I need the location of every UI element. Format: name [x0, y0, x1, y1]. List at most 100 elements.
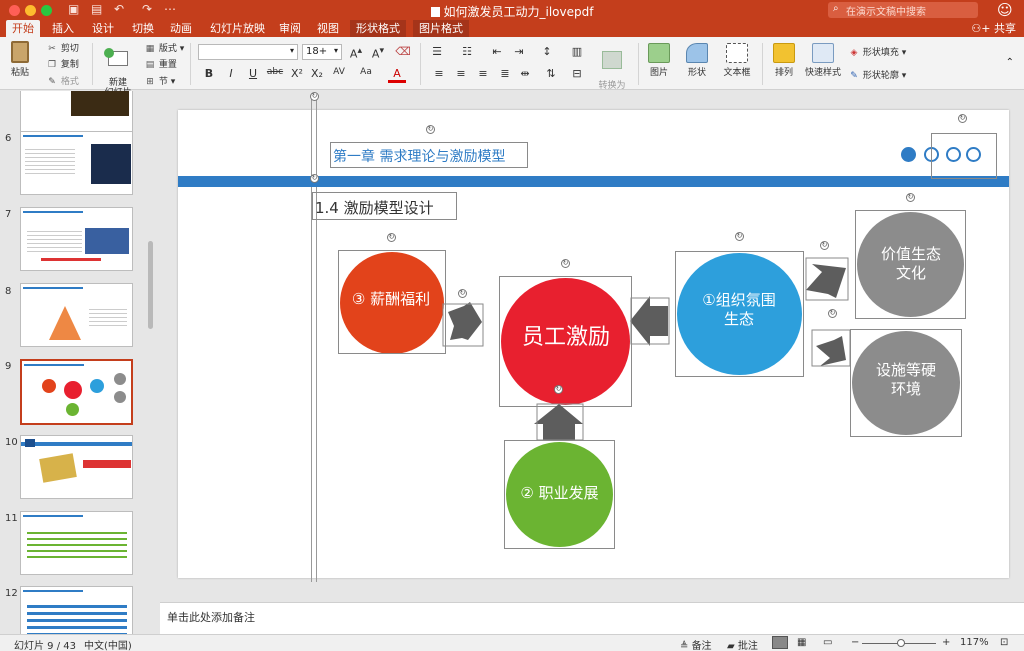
slide-thumbnail[interactable]: [20, 586, 133, 634]
columns-icon[interactable]: ▥: [568, 45, 586, 61]
zoom-slider-knob[interactable]: [897, 639, 905, 647]
cut-button[interactable]: ✂ 剪切: [46, 41, 79, 54]
thumbnail-scrollbar[interactable]: [148, 241, 153, 329]
decrease-indent-icon[interactable]: ⇤: [488, 45, 506, 61]
line-spacing-icon[interactable]: ↕: [538, 45, 556, 61]
distribute-icon[interactable]: ⇹: [516, 67, 534, 83]
font-color-icon[interactable]: A: [388, 67, 406, 83]
slide-thumbnail[interactable]: [20, 283, 133, 347]
rotate-handle-icon[interactable]: ↻: [735, 232, 744, 241]
facility-label[interactable]: 设施等硬 环境: [856, 361, 956, 399]
zoom-out-icon[interactable]: −: [851, 637, 859, 648]
align-right-icon[interactable]: ≡: [474, 67, 492, 83]
rotate-handle-icon[interactable]: ↻: [906, 193, 915, 202]
subscript-icon[interactable]: X₂: [308, 67, 326, 83]
feedback-smiley-icon[interactable]: ☺: [997, 1, 1013, 19]
rotate-handle-icon[interactable]: ↻: [561, 259, 570, 268]
font-size-select[interactable]: 18+ ▾: [302, 44, 342, 60]
tab-slideshow[interactable]: 幻灯片放映: [204, 20, 271, 37]
new-slide-button[interactable]: 新建 幻灯片: [100, 41, 136, 98]
underline-icon[interactable]: U: [244, 67, 262, 83]
section-button[interactable]: ⊞ 节 ▾: [144, 74, 175, 87]
change-case-icon[interactable]: Aa: [357, 67, 375, 83]
tab-review[interactable]: 审阅: [273, 20, 307, 37]
rotate-handle-icon[interactable]: ↻: [820, 241, 829, 250]
increase-indent-icon[interactable]: ⇥: [510, 45, 528, 61]
strikethrough-icon[interactable]: abc: [266, 67, 284, 83]
notes-pane[interactable]: 单击此处添加备注: [160, 602, 1024, 634]
ribbon-collapse-chevron-icon[interactable]: ⌃: [1006, 57, 1014, 68]
reading-view-icon[interactable]: ▭: [823, 637, 832, 648]
slide-thumbnail[interactable]: [20, 435, 133, 499]
align-left-icon[interactable]: ≡: [430, 67, 448, 83]
tab-home[interactable]: 开始: [6, 20, 40, 37]
shrink-font-icon[interactable]: A▾: [369, 45, 387, 61]
tab-insert[interactable]: 插入: [46, 20, 80, 37]
paste-button[interactable]: 粘贴: [6, 41, 34, 78]
superscript-icon[interactable]: X²: [288, 67, 306, 83]
comments-toggle-button[interactable]: ▰ 批注: [727, 637, 758, 651]
insert-picture-button[interactable]: 图片: [644, 43, 674, 78]
format-painter-button[interactable]: ✎ 格式: [46, 74, 79, 87]
rotate-handle-icon[interactable]: ↻: [310, 174, 319, 183]
tab-animations[interactable]: 动画: [164, 20, 198, 37]
layout-button[interactable]: ▦ 版式 ▾: [144, 41, 185, 54]
salary-label[interactable]: ③ 薪酬福利: [341, 290, 441, 309]
slide-subtitle[interactable]: 1.4 激励模型设计: [315, 197, 434, 218]
notes-toggle-button[interactable]: ≜ 备注: [680, 637, 712, 651]
zoom-in-icon[interactable]: +: [942, 637, 950, 648]
search-input[interactable]: ⌕ 在演示文稿中搜索: [828, 2, 978, 18]
slide-thumbnail-selected[interactable]: [20, 359, 133, 425]
align-center-icon[interactable]: ≡: [452, 67, 470, 83]
character-spacing-icon[interactable]: AV: [330, 67, 348, 83]
insert-shape-button[interactable]: 形状: [682, 43, 712, 78]
quick-styles-button[interactable]: 快速样式: [804, 43, 842, 78]
ribbon-tab-row: 开始 插入 设计 切换 动画 幻灯片放映 审阅 视图 形状格式 图片格式 ⚇+ …: [0, 20, 1024, 37]
insert-textbox-button[interactable]: 文本框: [720, 43, 754, 78]
value-culture-label[interactable]: 价值生态 文化: [862, 245, 960, 283]
atmosphere-label[interactable]: ①组织氛围 生态: [684, 291, 794, 329]
share-button[interactable]: ⚇+ 共享: [971, 20, 1016, 37]
normal-view-icon[interactable]: [772, 636, 788, 649]
tab-design[interactable]: 设计: [86, 20, 120, 37]
copy-button[interactable]: ❐ 复制: [46, 57, 79, 70]
reset-button[interactable]: ▤ 重置: [144, 57, 177, 70]
tab-transitions[interactable]: 切换: [126, 20, 160, 37]
bullets-icon[interactable]: ☰: [428, 45, 446, 61]
align-text-icon[interactable]: ⊟: [568, 67, 586, 83]
rotate-handle-icon[interactable]: ↻: [387, 233, 396, 242]
clear-format-icon[interactable]: ⌫: [394, 45, 412, 61]
slide-header-title[interactable]: 第一章 需求理论与激励模型: [333, 146, 505, 166]
rotate-handle-icon[interactable]: ↻: [828, 309, 837, 318]
tab-shape-format[interactable]: 形状格式: [350, 20, 406, 37]
grow-font-icon[interactable]: A▴: [347, 45, 365, 61]
layout-label: 版式: [158, 44, 177, 54]
rotate-handle-icon[interactable]: ↻: [310, 92, 319, 101]
slide-thumbnail[interactable]: [20, 511, 133, 575]
slide-sorter-icon[interactable]: ▦: [797, 637, 806, 648]
rotate-handle-icon[interactable]: ↻: [958, 114, 967, 123]
bold-icon[interactable]: B: [200, 67, 218, 83]
language-indicator[interactable]: 中文(中国): [84, 637, 132, 651]
layout-icon: ▦: [145, 44, 155, 54]
career-label[interactable]: ② 职业发展: [506, 484, 613, 503]
slide-thumbnail[interactable]: [20, 131, 133, 195]
shape-outline-button[interactable]: ✎ 形状轮廓 ▾: [848, 68, 906, 81]
slide-thumbnail[interactable]: [20, 207, 133, 271]
rotate-handle-icon[interactable]: ↻: [426, 125, 435, 134]
justify-icon[interactable]: ≣: [496, 67, 514, 83]
zoom-level[interactable]: 117%: [960, 637, 989, 648]
rotate-handle-icon[interactable]: ↻: [554, 385, 563, 394]
numbering-icon[interactable]: ☷: [458, 45, 476, 61]
italic-icon[interactable]: I: [222, 67, 240, 83]
shape-fill-button[interactable]: ◈ 形状填充 ▾: [848, 45, 907, 58]
font-name-select[interactable]: ▾: [198, 44, 298, 60]
tab-view[interactable]: 视图: [311, 20, 345, 37]
selected-vertical-line[interactable]: [311, 97, 317, 582]
rotate-handle-icon[interactable]: ↻: [458, 289, 467, 298]
arrange-button[interactable]: 排列: [768, 43, 800, 78]
tab-picture-format[interactable]: 图片格式: [413, 20, 469, 37]
fit-to-window-icon[interactable]: ⊡: [1000, 637, 1008, 648]
text-direction-icon[interactable]: ⇅: [542, 67, 560, 83]
center-label[interactable]: 员工激励: [506, 324, 626, 352]
